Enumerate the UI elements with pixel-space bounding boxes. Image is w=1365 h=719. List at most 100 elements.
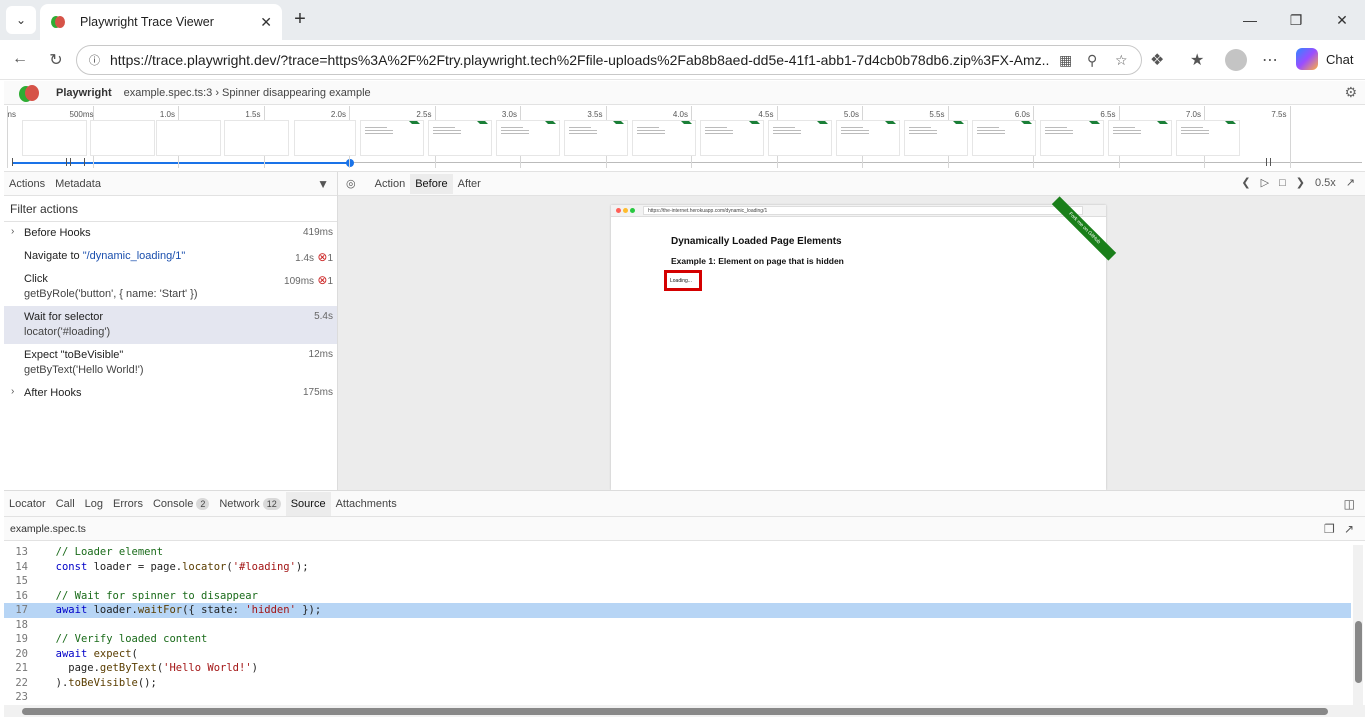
tab-console[interactable]: Console 2 [148,497,214,510]
favorite-star-icon[interactable]: ☆ [1115,52,1128,69]
tab-locator[interactable]: Locator [4,498,51,510]
profile-avatar[interactable] [1225,49,1247,71]
filter-icon[interactable]: ▼ [317,177,329,191]
copilot-chat-button[interactable]: Chat [1296,48,1353,70]
restore-icon[interactable]: ❐ [1273,0,1319,40]
action-duration: 109ms ⊗1 [284,273,333,287]
action-duration: 175ms [303,387,333,398]
timeline-thumbnail[interactable] [294,120,356,156]
timeline-thumbnail[interactable] [224,120,289,156]
browser-tab[interactable]: Playwright Trace Viewer ✕ [40,4,282,40]
snapshot-min-dot [623,208,628,213]
tab-actions-menu[interactable]: ⌄ [6,6,36,34]
action-item[interactable]: Wait for selector locator('#loading') 5.4s [4,306,337,344]
timeline-thumbnail[interactable] [972,120,1037,156]
timeline-thumbnail[interactable] [428,120,493,156]
thumbnail-text-line [1181,130,1209,131]
timeline-thumbnail[interactable] [1176,120,1241,156]
timeline-thumbnail[interactable] [836,120,901,156]
action-item[interactable]: › Before Hooks 419ms [4,222,337,245]
url-text: https://trace.playwright.dev/?trace=http… [110,52,1050,68]
timeline-handle[interactable] [346,159,354,167]
tab-call[interactable]: Call [51,498,80,510]
playwright-header: Playwright example.spec.ts:3 › Spinner d… [4,81,1365,105]
more-options-icon[interactable]: ⋯ [1262,50,1278,70]
line-number: 16 [15,589,28,602]
timeline-thumbnail[interactable] [1108,120,1173,156]
tab-before[interactable]: Before [410,173,453,194]
locator-pick-icon[interactable]: ◎ [346,177,356,190]
timeline-thumbnail[interactable] [156,120,221,156]
action-item[interactable]: Navigate to "/dynamic_loading/1" 1.4s ⊗1 [4,245,337,268]
prev-icon[interactable]: ❮ [1241,176,1250,189]
tab-errors[interactable]: Errors [108,498,148,510]
timeline[interactable]: ns 500ms 1.0s 1.5s 2.0s 2.5s 3.0s 3.5s 4.0s 4.5s 5… [4,106,1365,172]
next-icon[interactable]: ❯ [1296,176,1305,189]
horizontal-scrollbar[interactable] [4,705,1365,717]
thumbnail-ribbon [1021,121,1037,129]
vertical-scroll-thumb[interactable] [1355,621,1362,683]
open-in-editor-icon[interactable]: ↗ [1344,522,1354,536]
timeline-thumbnail[interactable] [632,120,697,156]
timeline-thumbnail[interactable] [360,120,425,156]
timeline-thumbnail[interactable] [768,120,833,156]
close-window-icon[interactable]: ✕ [1319,0,1365,40]
action-item[interactable]: Expect "toBeVisible" getByText('Hello Wor… [4,344,337,382]
timeline-action-marker [1270,158,1271,166]
tab-label: Network [219,497,260,510]
filter-actions-input[interactable]: Filter actions [4,196,337,222]
zoom-icon[interactable]: ⚲ [1087,52,1097,69]
play-icon[interactable]: ▷ [1261,176,1269,189]
settings-gear-icon[interactable]: ⚙ [1344,84,1357,101]
open-external-icon[interactable]: ↗ [1346,176,1355,189]
tab-attachments[interactable]: Attachments [331,498,402,510]
reload-icon[interactable]: ↻ [46,50,66,70]
address-bar[interactable]: ⓘ https://trace.playwright.dev/?trace=ht… [76,45,1142,75]
timeline-thumbnail[interactable] [22,120,87,156]
action-item[interactable]: Click getByRole('button', { name: 'Start'… [4,268,337,306]
timeline-thumbnail[interactable] [1040,120,1105,156]
speed-label[interactable]: 0.5x [1315,177,1336,189]
split-view-icon[interactable]: ◫ [1344,497,1355,511]
timeline-thumbnail[interactable] [90,120,155,156]
action-selector: getByRole('button', { name: 'Start' }) [24,288,198,300]
action-name: Before Hooks [24,226,333,241]
copy-icon[interactable]: ❐ [1324,522,1335,536]
tab-actions[interactable]: Actions [4,178,50,190]
timeline-tick-label: 1.5s [245,110,261,119]
close-tab-icon[interactable]: ✕ [260,14,272,31]
chevron-right-icon[interactable]: › [11,386,14,397]
line-number: 18 [15,618,28,631]
tab-network[interactable]: Network 12 [214,497,285,510]
thumbnail-text-line [1045,130,1073,131]
count-badge: 2 [196,497,210,510]
address-toolbar: ← ↻ ⓘ https://trace.playwright.dev/?trac… [0,40,1365,80]
app-available-icon[interactable]: ▦ [1059,52,1072,69]
tab-log[interactable]: Log [80,498,108,510]
timeline-thumbnail[interactable] [496,120,561,156]
horizontal-scroll-thumb[interactable] [22,708,1328,715]
timeline-thumbnail[interactable] [700,120,765,156]
page-snapshot: https://the-internet.herokuapp.com/dynam… [611,196,1117,490]
chevron-right-icon[interactable]: › [11,226,14,237]
timeline-thumbnail[interactable] [904,120,969,156]
vertical-scrollbar[interactable] [1353,545,1363,705]
tab-metadata[interactable]: Metadata [50,178,106,190]
thumbnail-text-line [433,127,455,128]
tab-label: Call [55,497,75,510]
tab-source[interactable]: Source [285,491,331,516]
extensions-icon[interactable]: ❖ [1150,50,1164,70]
timeline-thumbnail[interactable] [564,120,629,156]
favorites-icon[interactable]: ★ [1190,50,1204,70]
action-item[interactable]: › After Hooks 175ms [4,382,337,405]
snapshot-subheading: Example 1: Element on page that is hidde… [671,256,844,266]
site-info-icon[interactable]: ⓘ [89,52,100,68]
new-tab-icon[interactable]: + [290,8,310,30]
tab-action[interactable]: Action [370,178,411,190]
back-icon[interactable]: ← [10,50,30,68]
minimize-icon[interactable]: — [1227,0,1273,40]
thumbnail-text-line [705,127,727,128]
code-line: 23 [4,690,1351,705]
stop-icon[interactable]: □ [1279,177,1286,189]
tab-after[interactable]: After [453,178,486,190]
